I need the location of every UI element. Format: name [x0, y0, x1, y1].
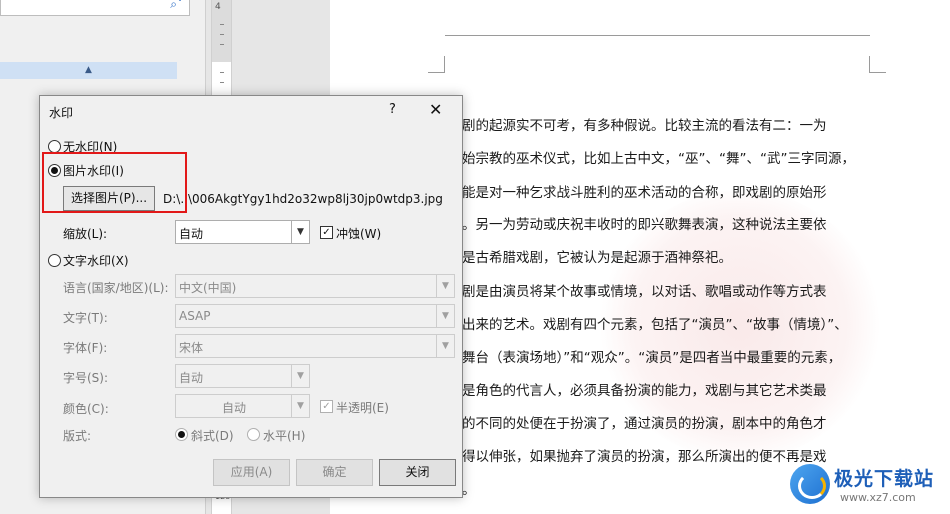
doc-line[interactable]: 。另一为劳动或庆祝丰收时的即兴歌舞表演，这种说法主要依	[462, 213, 827, 233]
highlight-box	[42, 152, 187, 213]
doc-line[interactable]: 是角色的代言人，必须具备扮演的能力，戏剧与其它艺术类最	[462, 379, 827, 399]
language-dropdown[interactable]: 中文(中国) ▼	[175, 274, 455, 298]
scale-label: 缩放(L):	[63, 227, 108, 241]
chevron-down-icon[interactable]: ▼	[436, 275, 454, 297]
site-logo: 极光下载站 www.xz7.com	[790, 462, 940, 510]
doc-line[interactable]: 得以伸张，如果抛弃了演员的扮演，那么所演出的便不再是戏	[462, 445, 827, 465]
size-dropdown[interactable]: 自动 ▼	[175, 364, 310, 388]
doc-line[interactable]: 剧是由演员将某个故事或情境，以对话、歌唱或动作等方式表	[462, 280, 827, 300]
text-dropdown[interactable]: ASAP ▼	[175, 304, 455, 328]
semitransparent-checkbox[interactable]: ✓	[320, 400, 333, 413]
doc-line[interactable]: 出来的艺术。戏剧有四个元素，包括了“演员”、“故事（情境）”、	[462, 313, 848, 333]
doc-line[interactable]: 始宗教的巫术仪式，比如上古中文，“巫”、“舞”、“武”三字同源，	[462, 147, 855, 167]
size-label: 字号(S):	[63, 371, 109, 385]
ruler-tick	[220, 34, 224, 35]
font-label: 字体(F):	[63, 341, 108, 355]
chevron-down-icon[interactable]: ▼	[291, 221, 309, 243]
font-dropdown[interactable]: 宋体 ▼	[175, 334, 455, 358]
washout-checkbox[interactable]: ✓	[320, 226, 333, 239]
text-watermark-label[interactable]: 文字水印(X)	[63, 252, 129, 269]
doc-line[interactable]: 能是对一种乞求战斗胜利的巫术活动的合称，即戏剧的原始形	[462, 181, 827, 201]
picture-file-path: D:\..\006AkgtYgy1hd2o32wp8lj30jp0wtdp3.j…	[163, 192, 443, 206]
text-label: 文字(T):	[63, 311, 108, 325]
doc-line[interactable]: 的不同的处便在于扮演了，通过演员的扮演，剧本中的角色才	[462, 412, 827, 432]
ruler-tick	[220, 72, 224, 73]
nav-collapse-bar[interactable]: ▲	[0, 62, 177, 79]
horizontal-radio[interactable]	[247, 428, 260, 441]
collapse-up-icon: ▲	[85, 65, 92, 75]
ruler-tick	[220, 44, 224, 45]
help-button[interactable]: ?	[389, 102, 396, 117]
margin-corner-right	[869, 56, 886, 73]
size-value: 自动	[179, 371, 204, 385]
doc-line[interactable]: 舞台（表演场地）”和“观众”。“演员”是四者当中最重要的元素，	[462, 346, 841, 366]
logo-icon	[790, 464, 830, 504]
logo-url: www.xz7.com	[840, 491, 916, 504]
washout-label[interactable]: 冲蚀(W)	[336, 225, 381, 242]
color-value: 自动	[222, 401, 247, 415]
logo-name: 极光下载站	[834, 468, 935, 490]
nav-search-box[interactable]: ⌕˅	[0, 0, 190, 16]
text-value: ASAP	[179, 309, 211, 323]
ruler-tick	[220, 82, 224, 83]
header-line	[445, 35, 870, 36]
doc-line[interactable]: 。	[462, 478, 476, 498]
text-watermark-radio[interactable]	[48, 254, 61, 267]
layout-label: 版式:	[63, 429, 92, 443]
language-label: 语言(国家/地区)(L):	[63, 281, 169, 295]
color-dropdown[interactable]: 自动 ▼	[175, 394, 310, 418]
ok-button[interactable]: 确定	[296, 459, 373, 486]
diagonal-radio[interactable]	[175, 428, 188, 441]
semitransparent-label[interactable]: 半透明(E)	[336, 399, 389, 416]
chevron-down-icon[interactable]: ▼	[291, 365, 309, 387]
chevron-down-icon[interactable]: ▼	[436, 335, 454, 357]
dialog-title: 水印	[49, 106, 74, 120]
close-icon[interactable]: ✕	[429, 100, 442, 119]
ruler-tick	[220, 24, 224, 25]
color-label: 颜色(C):	[63, 402, 109, 416]
margin-corner-left	[428, 56, 445, 73]
search-icon[interactable]: ⌕˅	[170, 0, 183, 12]
horizontal-label[interactable]: 水平(H)	[263, 427, 305, 444]
doc-line[interactable]: 是古希腊戏剧，它被认为是起源于酒神祭祀。	[462, 246, 732, 266]
scale-dropdown[interactable]: 自动 ▼	[175, 220, 310, 244]
doc-line[interactable]: 剧的起源实不可考，有多种假说。比较主流的看法有二：一为	[462, 114, 827, 134]
close-button[interactable]: 关闭	[379, 459, 456, 486]
chevron-down-icon[interactable]: ▼	[436, 305, 454, 327]
apply-button[interactable]: 应用(A)	[213, 459, 290, 486]
chevron-down-icon[interactable]: ▼	[291, 395, 309, 417]
ruler-top-label: 4	[215, 2, 221, 12]
watermark-dialog: 水印 ? ✕ 无水印(N) 图片水印(I) 选择图片(P)... D:\..\0…	[39, 95, 463, 498]
scale-value: 自动	[179, 227, 204, 241]
font-value: 宋体	[179, 341, 204, 355]
language-value: 中文(中国)	[179, 281, 237, 295]
diagonal-label[interactable]: 斜式(D)	[191, 427, 234, 444]
